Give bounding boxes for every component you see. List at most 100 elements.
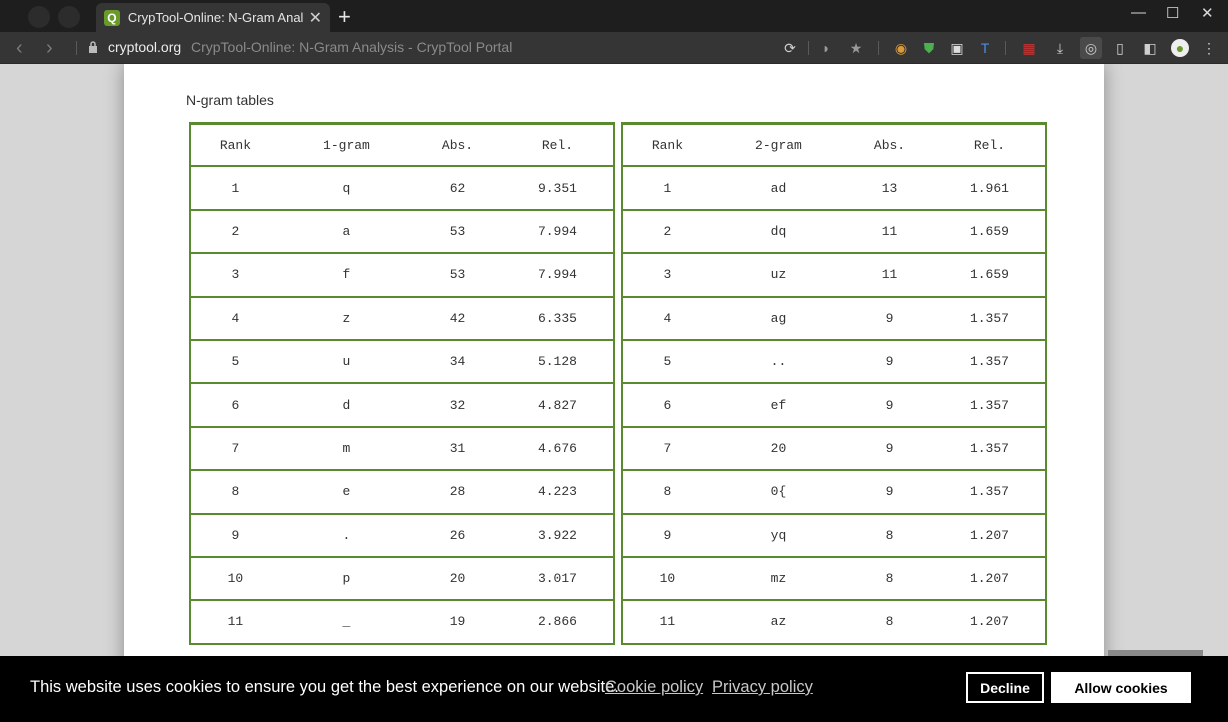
cell-ngram: .. [711, 341, 846, 385]
ninja-extension-icon[interactable]: ▣ [948, 39, 966, 57]
close-tab-icon[interactable]: ✕ [309, 8, 322, 28]
cell-rank: 5 [623, 341, 712, 385]
allow-cookies-button[interactable]: Allow cookies [1051, 672, 1191, 703]
back-icon[interactable]: ‹ [16, 37, 23, 60]
table-row: 1 ad 13 1.961 [623, 167, 1045, 211]
cell-ngram: yq [711, 515, 846, 558]
cell-abs: 11 [845, 254, 934, 298]
minimize-icon[interactable]: — [1131, 4, 1146, 21]
section-title: N-gram tables [186, 92, 274, 108]
header-ngram: 1-gram [279, 124, 414, 168]
cookie-policy-link[interactable]: Cookie policy [605, 678, 703, 697]
cell-abs: 8 [845, 558, 934, 602]
table-row: 6 ef 9 1.357 [623, 384, 1045, 428]
extension-owl-icon[interactable]: ◉ [892, 39, 910, 57]
download-icon[interactable]: ⤓ [1051, 39, 1069, 57]
cell-ngram: a [279, 211, 414, 255]
cell-ngram: p [279, 558, 414, 602]
screenshot-icon[interactable]: ◎ [1080, 37, 1102, 59]
table-row: 9. 26 3.922 [191, 515, 613, 558]
maximize-icon[interactable]: ☐ [1166, 4, 1179, 22]
menu-icon[interactable]: ⋮ [1200, 39, 1218, 57]
cell-rel: 1.207 [933, 515, 1045, 558]
table-header-row: Rank 2-gram Abs. Rel. [623, 124, 1045, 168]
cookie-message: This website uses cookies to ensure you … [30, 678, 619, 696]
cell-ngram: q [279, 167, 414, 211]
cell-abs: 53 [413, 211, 502, 255]
cell-rel: 1.357 [933, 428, 1045, 472]
cell-rank: 10 [191, 558, 280, 602]
cell-rank: 1 [623, 167, 712, 211]
window-close-icon[interactable]: ✕ [1201, 4, 1214, 22]
cell-ngram: 20 [711, 428, 846, 472]
decline-button[interactable]: Decline [966, 672, 1044, 703]
profile-avatar-icon[interactable]: ● [1171, 39, 1189, 57]
cell-rel: 9.351 [501, 167, 613, 211]
cell-rank: 8 [191, 471, 280, 515]
table-row: 11 _ 19 2.866 [191, 601, 613, 645]
cell-abs: 13 [845, 167, 934, 211]
cell-rank: 9 [191, 515, 280, 558]
cell-abs: 26 [413, 515, 502, 558]
toolbar-divider [1005, 41, 1006, 55]
url-page-title[interactable]: CrypTool-Online: N-Gram Analysis - CrypT… [191, 39, 512, 55]
table-row: 3 uz 11 1.659 [623, 254, 1045, 298]
table-row: 11 az 8 1.207 [623, 601, 1045, 645]
table-row: 6 d 32 4.827 [191, 384, 613, 428]
reload-icon[interactable]: ⟳ [781, 39, 799, 57]
cell-ngram: dq [711, 211, 846, 255]
cell-abs: 53 [413, 254, 502, 298]
cell-ngram: f [279, 254, 414, 298]
cell-rel: 1.659 [933, 211, 1045, 255]
cell-abs: 62 [413, 167, 502, 211]
privacy-policy-link[interactable]: Privacy policy [712, 678, 813, 697]
url-host[interactable]: cryptool.org [108, 39, 181, 55]
table-row: 10 mz 8 1.207 [623, 558, 1045, 602]
table-row: 4 z 42 6.335 [191, 298, 613, 341]
browser-toolbar: ‹ › cryptool.org CrypTool-Online: N-Gram… [0, 32, 1228, 64]
browser-tab-active[interactable]: Q CrypTool-Online: N-Gram Analy ✕ [96, 3, 330, 32]
cell-rel: 7.994 [501, 211, 613, 255]
header-rank: Rank [191, 124, 280, 168]
pinned-tab-icon[interactable] [28, 6, 50, 28]
cell-rel: 1.357 [933, 471, 1045, 515]
cell-rel: 2.866 [501, 601, 613, 645]
unigram-table: Rank 1-gram Abs. Rel. 1 q 62 9.351 2 a 53 7.994… [189, 122, 615, 645]
cell-abs: 11 [845, 211, 934, 255]
cell-rel: 4.676 [501, 428, 613, 472]
translate-extension-icon[interactable]: T [976, 39, 994, 57]
bigram-table: Rank 2-gram Abs. Rel. 1 ad 13 1.961 2 dq 11 1.6… [621, 122, 1047, 645]
cell-rel: 3.017 [501, 558, 613, 602]
shield-icon[interactable]: ⛊ [920, 39, 938, 57]
reader-icon[interactable]: ▯ [1111, 39, 1129, 57]
table-row: 2 a 53 7.994 [191, 211, 613, 255]
new-tab-button[interactable]: + [338, 4, 351, 30]
cell-ngram: uz [711, 254, 846, 298]
cell-rank: 9 [623, 515, 712, 558]
pocket-icon[interactable]: ◗ [817, 39, 835, 57]
table-row: 5 u 34 5.128 [191, 341, 613, 385]
table-row: 7 20 9 1.357 [623, 428, 1045, 472]
uk-flag-icon[interactable]: ▦ [1020, 39, 1038, 57]
cell-rank: 8 [623, 471, 712, 515]
cell-abs: 42 [413, 298, 502, 341]
star-icon[interactable]: ★ [847, 39, 865, 57]
cell-rank: 11 [191, 601, 280, 645]
sidebar-icon[interactable]: ◧ [1141, 39, 1159, 57]
cell-ngram: ad [711, 167, 846, 211]
pinned-tab-icon[interactable] [58, 6, 80, 28]
tab-title: CrypTool-Online: N-Gram Analy [127, 10, 303, 25]
header-abs: Abs. [413, 124, 502, 168]
cell-abs: 31 [413, 428, 502, 472]
cell-abs: 19 [413, 601, 502, 645]
content-card: N-gram tables Rank 1-gram Abs. Rel. 1 q 62… [124, 64, 1104, 722]
toolbar-divider [878, 41, 879, 55]
cell-rel: 1.659 [933, 254, 1045, 298]
cell-abs: 32 [413, 384, 502, 428]
cell-ngram: az [711, 601, 846, 645]
forward-icon[interactable]: › [46, 37, 53, 60]
table-row: 2 dq 11 1.659 [623, 211, 1045, 255]
lock-icon[interactable] [88, 41, 98, 53]
cell-rank: 7 [191, 428, 280, 472]
page-viewport: N-gram tables Rank 1-gram Abs. Rel. 1 q 62… [0, 64, 1228, 722]
